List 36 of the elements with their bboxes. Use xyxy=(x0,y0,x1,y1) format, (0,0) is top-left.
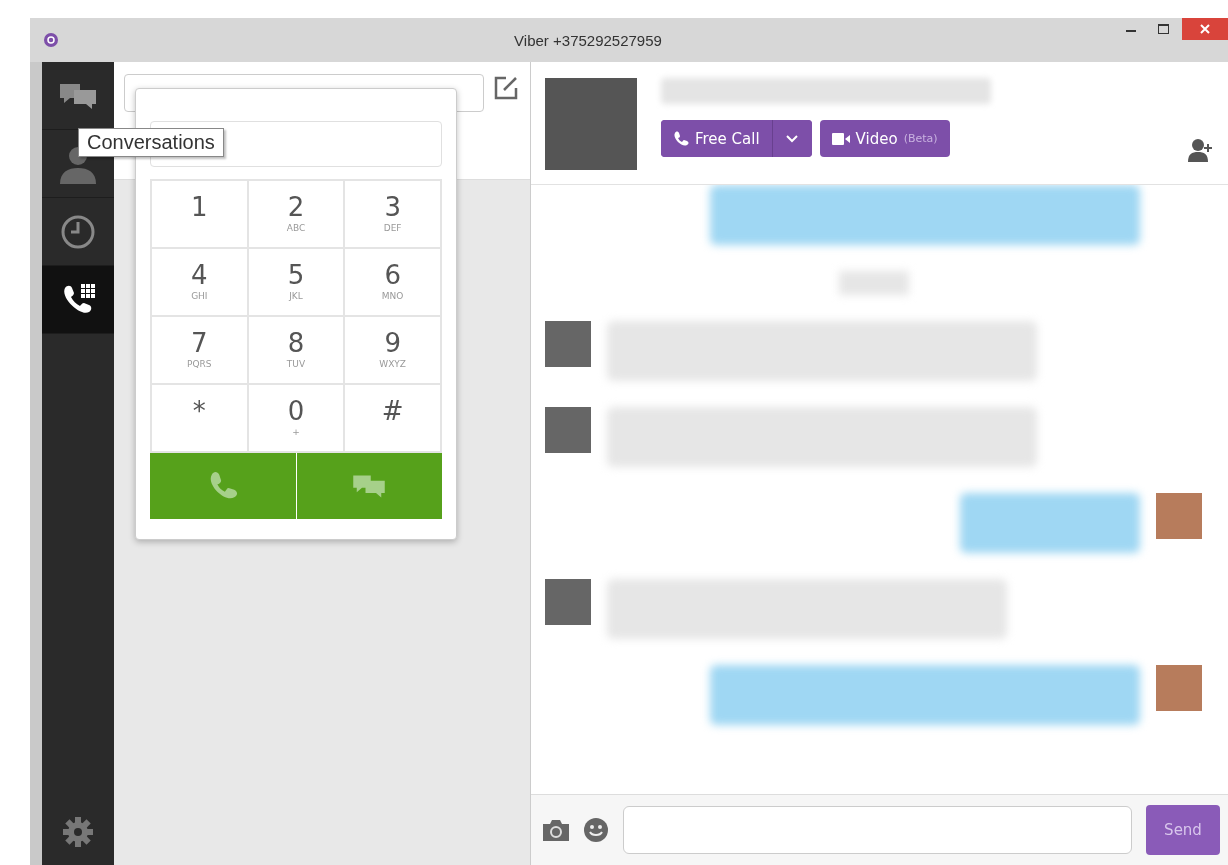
clock-icon xyxy=(60,213,96,250)
dialpad-key[interactable]: 9 WXYZ xyxy=(344,316,441,384)
video-camera-icon xyxy=(831,132,850,145)
dialpad-key[interactable]: * xyxy=(151,384,248,452)
avatar-placeholder xyxy=(1156,665,1202,711)
phone-icon xyxy=(673,130,689,147)
dialpad-key[interactable]: 0 + xyxy=(247,384,345,452)
add-contact-icon[interactable] xyxy=(1188,138,1214,162)
dialpad-key[interactable]: 4 GHI xyxy=(151,248,248,316)
close-button[interactable] xyxy=(1182,18,1228,40)
window-title: Viber +375292527959 xyxy=(513,31,663,49)
dialpad-key[interactable]: 3 DEF xyxy=(344,180,441,248)
camera-button[interactable] xyxy=(543,819,569,841)
dialpad-key[interactable]: 1 xyxy=(151,180,248,248)
dialpad-key[interactable]: 8 TUV xyxy=(247,316,345,384)
dialpad-key[interactable]: 7 PQRS xyxy=(151,316,248,384)
avatar-placeholder xyxy=(1156,493,1202,539)
app-logo-icon xyxy=(44,33,58,47)
dialpad-key[interactable]: 2 ABC xyxy=(247,180,345,248)
settings-icon xyxy=(62,816,94,848)
dialpad-key[interactable]: 5 JKL xyxy=(247,248,345,316)
tooltip: Conversations xyxy=(78,128,224,157)
call-options-button[interactable] xyxy=(771,120,812,157)
avatar-placeholder xyxy=(545,579,591,625)
video-button[interactable]: Video (Beta) xyxy=(819,120,950,157)
compose-icon[interactable] xyxy=(492,74,520,102)
dialpad-key[interactable]: # xyxy=(344,384,441,452)
avatar-placeholder xyxy=(545,407,591,453)
dialpad-key[interactable]: 6 MNO xyxy=(344,248,441,316)
maximize-icon xyxy=(1157,24,1169,34)
avatar-placeholder xyxy=(545,321,591,367)
close-icon xyxy=(1200,24,1210,34)
emoji-button[interactable] xyxy=(583,817,609,843)
message-input[interactable] xyxy=(623,806,1132,854)
caret-icon xyxy=(786,134,799,143)
sidebar-tab[interactable] xyxy=(42,266,114,334)
